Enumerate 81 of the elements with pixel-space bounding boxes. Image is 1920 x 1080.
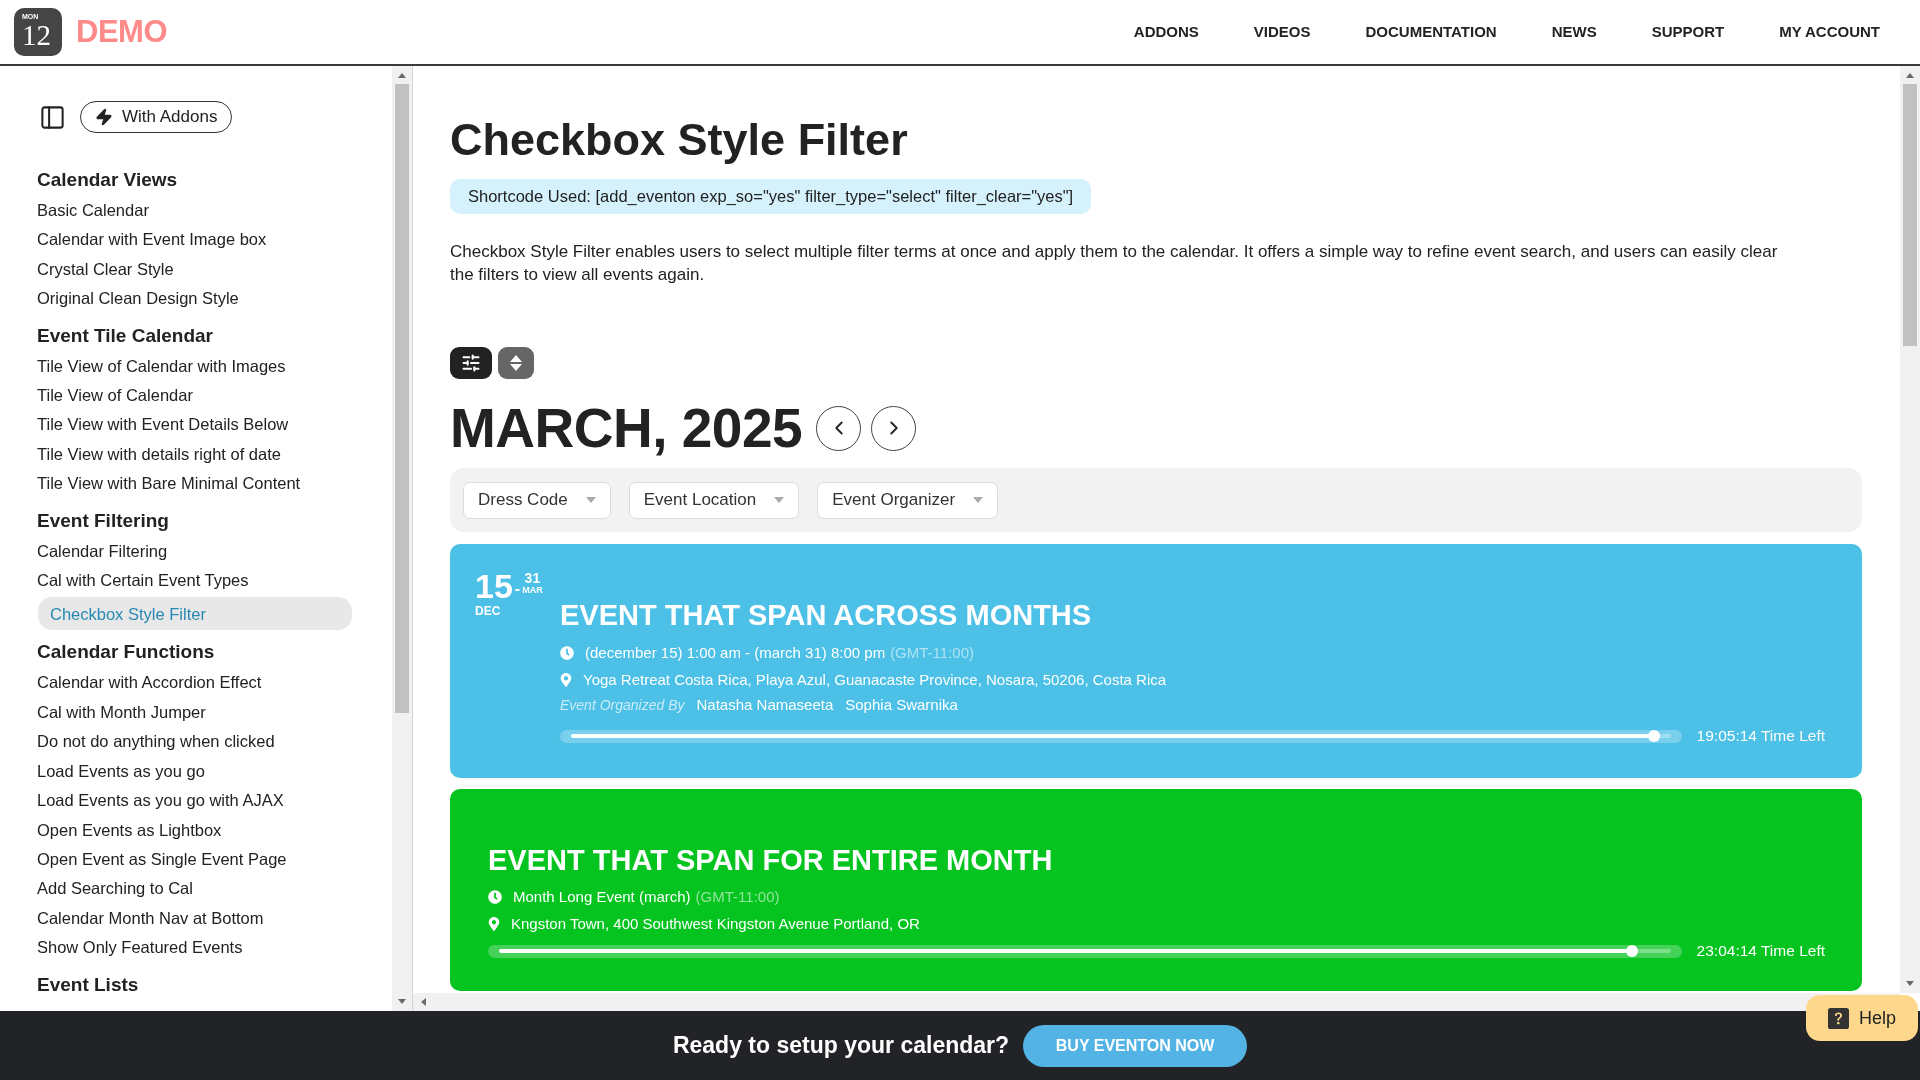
sidebar-toggle-icon[interactable]	[39, 103, 66, 131]
nav-link[interactable]: VIDEOS	[1253, 20, 1311, 44]
event-location: Yoga Retreat Costa Rica, Playa Azul, Guanacaste Province, Nosara, 50206, Costa Rica	[583, 669, 1167, 690]
nav-link[interactable]: DOCUMENTATION	[1365, 20, 1497, 44]
event-end-day: 31	[524, 571, 541, 585]
sidebar-item[interactable]: Load Events as you go with AJAX	[37, 786, 356, 816]
sidebar-item[interactable]: Crystal Clear Style	[37, 254, 356, 285]
lightning-icon	[95, 108, 113, 126]
sidebar-item[interactable]: Tile View with details right of date	[37, 439, 356, 470]
event-end-month: MAR	[522, 585, 543, 596]
logo-date-text: 12	[22, 20, 51, 50]
sliders-icon	[461, 353, 481, 373]
caret-down-icon	[774, 497, 785, 503]
sidebar-item[interactable]: Open Event as Single Event Page	[37, 844, 356, 875]
sidebar-item[interactable]: Open Events as Lightbox	[37, 815, 356, 845]
help-icon	[1827, 1007, 1849, 1029]
event-location: Kngston Town, 400 Southwest Kingston Avenue Portland, OR	[511, 913, 920, 934]
event-timezone: (GMT-11:00)	[695, 886, 780, 907]
event-timezone: (GMT-11:00)	[890, 642, 975, 663]
sidebar-heading: Calendar Views	[37, 168, 179, 192]
sidebar-item[interactable]: Tile View with Bare Minimal Content	[37, 469, 356, 499]
scroll-left-icon[interactable]	[421, 998, 426, 1006]
scrollbar[interactable]	[1900, 66, 1920, 993]
sidebar-item[interactable]: Tile View of Calendar	[37, 381, 356, 411]
sidebar-item[interactable]: Calendar Filtering	[37, 536, 356, 567]
scrollbar-thumb[interactable]	[395, 84, 409, 713]
month-title: MARCH, 2025	[450, 400, 803, 456]
sidebar-item[interactable]: Cal with Certain Event Types	[37, 566, 356, 596]
help-button[interactable]: Help	[1805, 995, 1918, 1041]
event-time: Month Long Event (march)	[513, 886, 691, 907]
caret-down-icon	[585, 497, 596, 503]
sidebar-item[interactable]: Basic Calendar	[37, 196, 356, 226]
sort-toggle-button[interactable]	[498, 347, 534, 379]
sidebar-item[interactable]: Cal with Month Jumper	[37, 697, 356, 728]
location-pin-icon	[488, 917, 500, 931]
previous-month-button[interactable]	[816, 405, 862, 451]
filter-dropdown[interactable]: Dress Code	[463, 481, 611, 519]
nav-link[interactable]: SUPPORT	[1651, 20, 1725, 44]
scrollbar[interactable]	[392, 66, 412, 1011]
description-text: Checkbox Style Filter enables users to select multiple filter terms at once and apply them to the calendar. It offers a simple way to refine event search, and users can easily clear the filters to view all events again.	[450, 241, 1778, 286]
sidebar-heading: Event Filtering	[37, 508, 170, 533]
scrollbar-thumb[interactable]	[1903, 84, 1917, 346]
scroll-up-icon[interactable]	[398, 73, 406, 78]
date-separator: -	[514, 581, 521, 597]
sidebar-item[interactable]: Show Only Featured Events	[37, 933, 356, 963]
sidebar-item[interactable]: Tile View with Event Details Below	[37, 410, 356, 440]
scroll-down-icon[interactable]	[398, 999, 406, 1004]
shortcode-note: Shortcode Used: [add_eventon exp_so="yes" filter_type="select" filter_clear="yes"]	[450, 179, 1092, 214]
sidebar-item[interactable]: Add Searching to Cal	[37, 874, 356, 904]
event-start-month: DEC	[475, 604, 501, 618]
time-left: 23:04:14 Time Left	[1696, 941, 1825, 962]
caret-down-icon	[973, 497, 984, 503]
sidebar-heading: Event Lists	[37, 972, 140, 997]
sidebar-item[interactable]: Calendar with Accordion Effect	[37, 668, 356, 698]
organizer-label: Event Organized By	[560, 695, 685, 715]
up-down-triangles-icon	[510, 355, 522, 371]
time-left: 19:05:14 Time Left	[1696, 726, 1825, 747]
clock-icon	[488, 890, 502, 904]
event-time: (december 15) 1:00 am - (march 31) 8:00 pm	[585, 642, 886, 663]
filter-toggle-button[interactable]	[450, 347, 492, 379]
event-start-day: 15	[475, 568, 513, 604]
cta-text: Ready to setup your calendar?	[672, 1031, 1010, 1061]
location-pin-icon	[560, 673, 572, 687]
sidebar-item[interactable]: Calendar Month Nav at Bottom	[37, 903, 356, 934]
filter-dropdown[interactable]: Event Location	[628, 481, 800, 519]
filter-dropdown[interactable]: Event Organizer	[817, 481, 999, 519]
sidebar-item[interactable]: Original Clean Design Style	[37, 284, 356, 314]
sidebar-heading: Event Tile Calendar	[37, 323, 214, 348]
nav-link[interactable]: MY ACCOUNT	[1779, 20, 1880, 44]
nav-link[interactable]: NEWS	[1551, 20, 1597, 44]
scroll-up-icon[interactable]	[1906, 73, 1914, 78]
scroll-down-icon[interactable]	[1906, 981, 1914, 986]
horizontal-scrollbar[interactable]	[413, 993, 1900, 1011]
page-title: Checkbox Style Filter	[450, 114, 908, 166]
sidebar-item[interactable]: Do not do anything when clicked	[37, 727, 356, 757]
sidebar-item[interactable]: Load Events as you go	[37, 756, 356, 787]
sidebar-item[interactable]: Calendar with Event Image box	[37, 225, 356, 255]
clock-icon	[560, 646, 574, 660]
nav-link[interactable]: ADDONS	[1133, 20, 1199, 44]
sidebar-heading: Calendar Functions	[37, 640, 216, 665]
sidebar-item[interactable]: Tile View of Calendar with Images	[37, 351, 356, 382]
